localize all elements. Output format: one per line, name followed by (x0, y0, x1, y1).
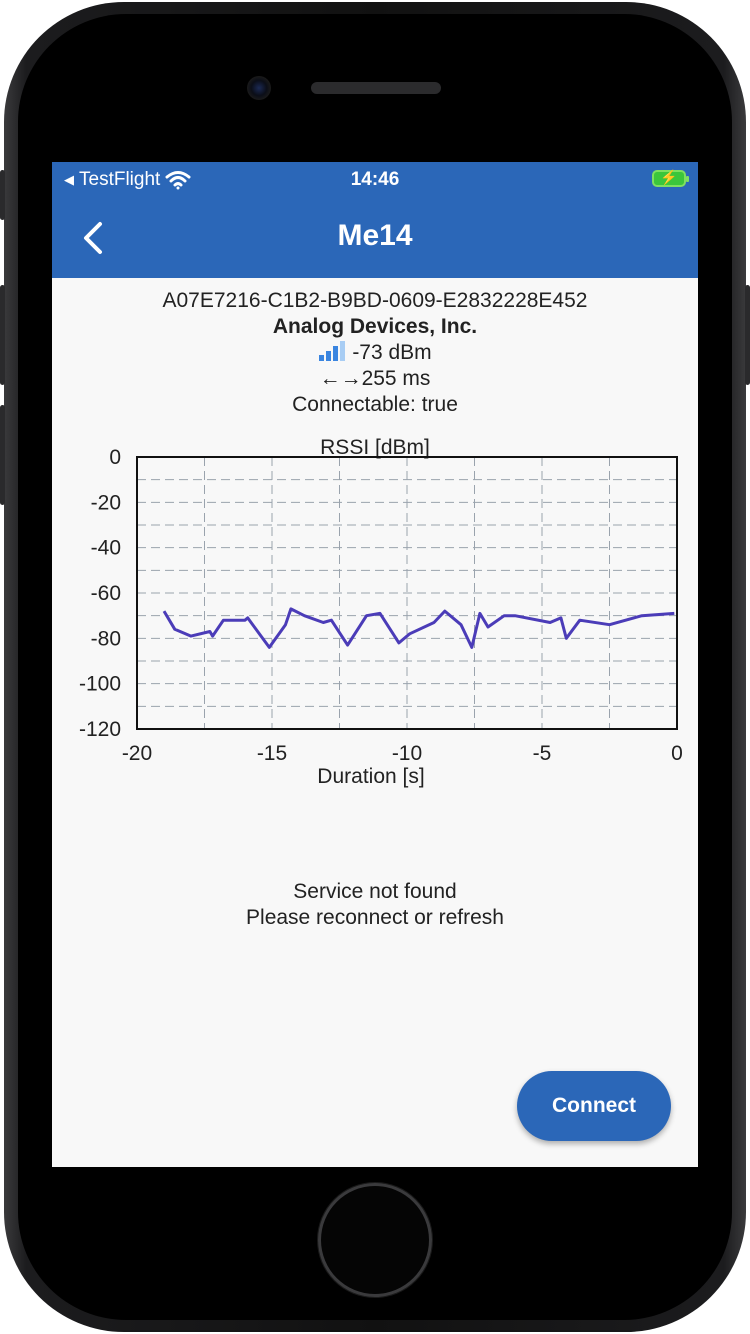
device-manufacturer: Analog Devices, Inc. (272, 315, 478, 338)
volume-up-button (0, 285, 5, 385)
x-axis-label: Duration [s] (317, 765, 424, 788)
bolt-icon: ⚡ (660, 169, 678, 185)
mute-switch (0, 170, 5, 220)
y-axis: 0 -20 -40 -60 -80 -100 -120 (79, 446, 121, 741)
device-uuid: A07E7216-C1B2-B9BD-0609-E2832228E452 (162, 289, 588, 312)
x-tick-label: -15 (257, 742, 287, 765)
app-screen: ◀ TestFlight 14:46 ⚡ Me14 A07E7216-C1B2-… (52, 162, 698, 1167)
y-tick-label: 0 (109, 446, 121, 469)
rssi-chart: RSSI [dBm] 0-20-40-60-80-100-120 -20 -15-… (79, 436, 683, 788)
app-bar: Me14 (52, 198, 698, 278)
front-camera (247, 76, 271, 100)
left-right-arrows-icon: ←→ (319, 367, 362, 390)
earpiece-speaker (311, 82, 441, 94)
y-tick-label: -80 (91, 627, 121, 650)
interval-value: 255 ms (361, 367, 431, 390)
rssi-value: -73 dBm (352, 341, 432, 364)
connect-button[interactable]: Connect (517, 1071, 671, 1141)
x-tick-label: -20 (122, 742, 152, 765)
signal-bars-icon (319, 341, 346, 361)
x-tick-label: 0 (671, 742, 683, 765)
page-title: Me14 (337, 219, 413, 252)
volume-down-button (0, 405, 5, 505)
chart-title: RSSI [dBm] (320, 436, 430, 459)
interval-row: ←→255 ms (52, 367, 698, 391)
service-not-found-text: Service not found (293, 880, 457, 903)
connectable-status: Connectable: true (292, 393, 458, 416)
y-tick-label: -20 (91, 491, 121, 514)
x-axis: -20 -15 -10 -5 0 (122, 742, 683, 765)
reconnect-hint-text: Please reconnect or refresh (246, 906, 504, 929)
home-button[interactable] (318, 1183, 432, 1297)
chart-grid (136, 456, 678, 730)
status-bar: ◀ TestFlight 14:46 ⚡ (52, 162, 698, 198)
y-tick-label: -120 (79, 718, 121, 741)
status-time: 14:46 (350, 169, 400, 190)
power-button (745, 285, 750, 385)
x-tick-label: -10 (392, 742, 422, 765)
y-tick-label: -40 (91, 537, 121, 560)
x-tick-label: -5 (533, 742, 552, 765)
battery-charging-icon: ⚡ (652, 169, 689, 187)
rssi-series-line (162, 607, 675, 649)
y-tick-label: -100 (79, 673, 121, 696)
y-tick-label: -60 (91, 582, 121, 605)
rssi-row: -73 dBm (52, 341, 698, 365)
